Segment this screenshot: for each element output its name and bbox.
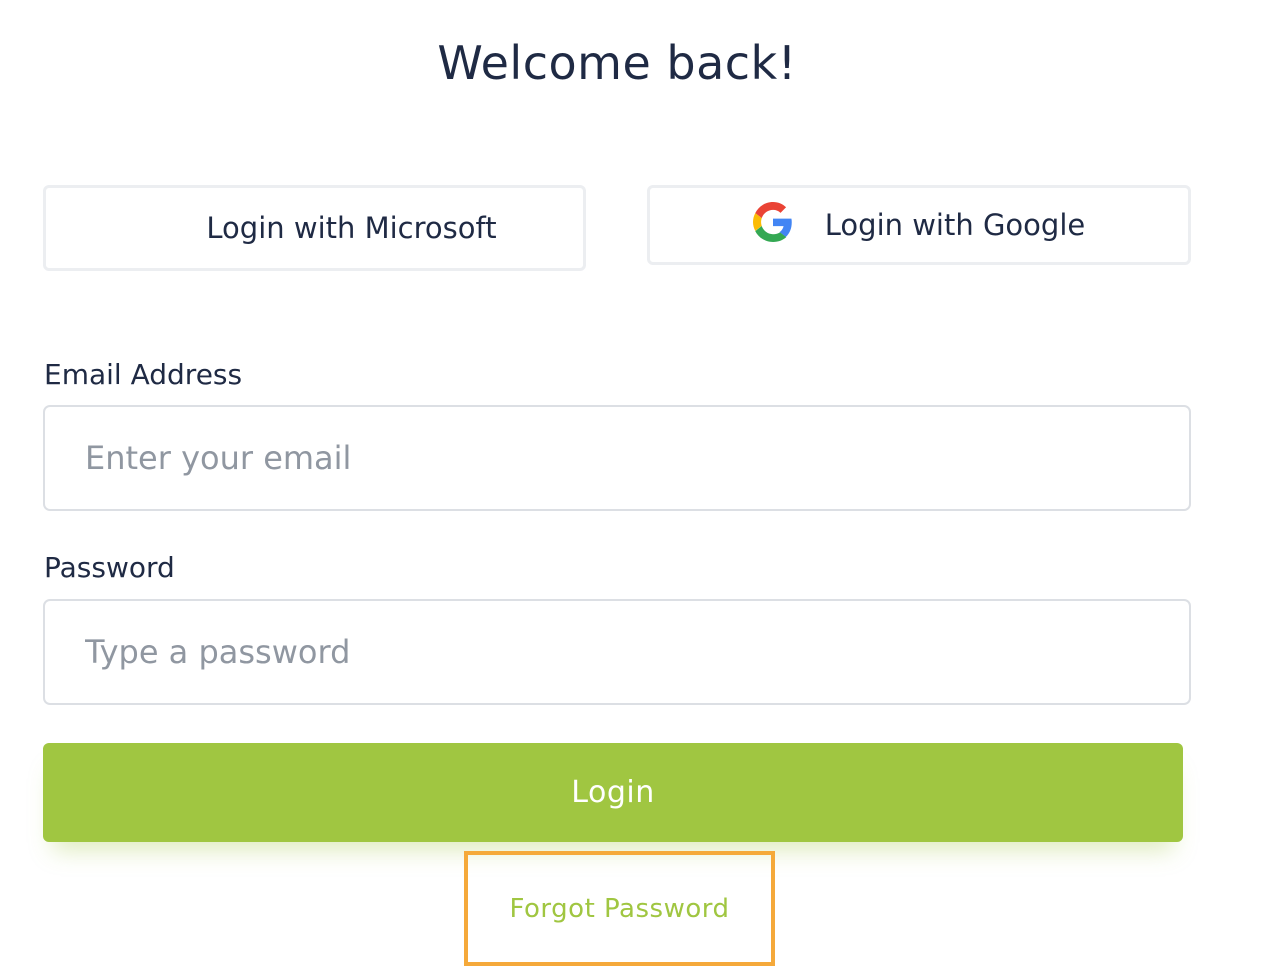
microsoft-logo-icon [132, 207, 174, 249]
microsoft-button-label: Login with Microsoft [206, 211, 497, 245]
forgot-password-link[interactable]: Forgot Password [464, 851, 775, 966]
password-label: Password [44, 551, 175, 584]
google-logo-icon [752, 201, 793, 249]
login-with-microsoft-button[interactable]: Login with Microsoft [43, 185, 586, 271]
page-title: Welcome back! [437, 36, 797, 90]
email-label: Email Address [44, 358, 243, 391]
login-with-google-button[interactable]: Login with Google [647, 185, 1191, 265]
password-field[interactable] [43, 599, 1191, 705]
login-page: Welcome back! Login with Microsoft Login… [0, 0, 1267, 970]
google-button-label: Login with Google [824, 208, 1086, 242]
login-button[interactable]: Login [43, 743, 1183, 842]
email-field[interactable] [43, 405, 1191, 511]
